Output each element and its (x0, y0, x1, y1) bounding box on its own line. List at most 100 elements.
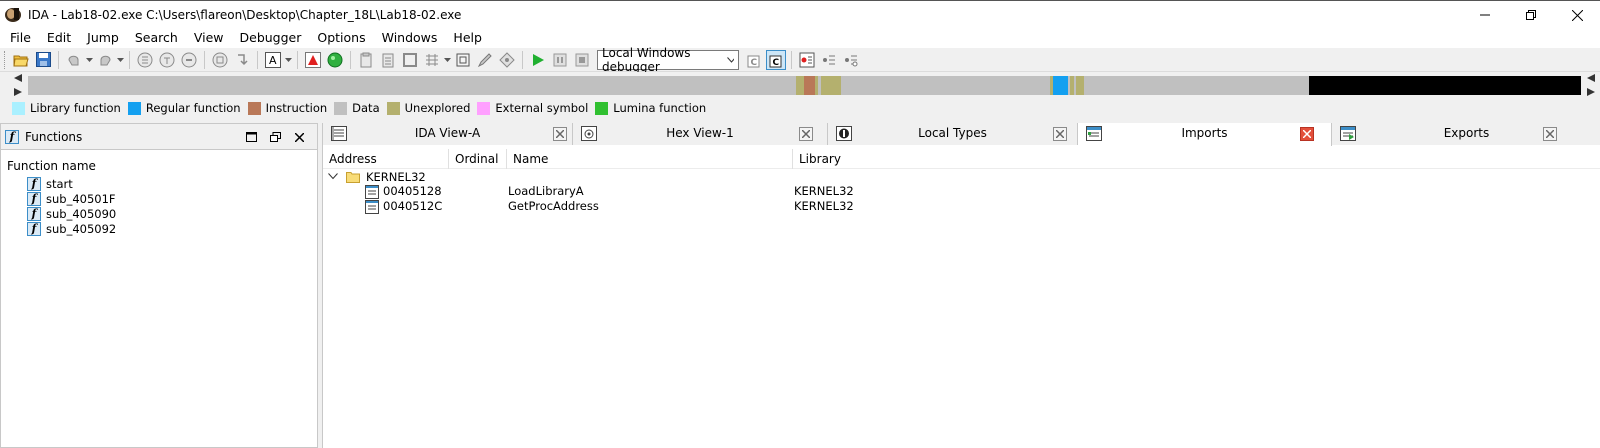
panel-minimize-button[interactable] (239, 127, 263, 147)
structures-button[interactable] (453, 50, 473, 70)
stop-debugger-button[interactable] (572, 50, 592, 70)
menu-jump[interactable]: Jump (79, 28, 127, 48)
tab-local-types[interactable]: Local Types (828, 123, 1078, 145)
main-dock: IDA View-A Hex View-1 Local Types Import… (322, 123, 1600, 448)
tab-close-button[interactable] (1053, 127, 1067, 141)
import-name: LoadLibraryA (508, 184, 584, 198)
panel-close-button[interactable] (287, 127, 311, 147)
jump-forward-dropdown[interactable] (116, 50, 125, 70)
chevron-down-icon[interactable] (328, 173, 338, 180)
legend-instruction: Instruction (247, 101, 327, 115)
tab-close-button[interactable] (1300, 127, 1314, 141)
jump-forward-button[interactable] (95, 50, 115, 70)
breakpoints-list-button[interactable] (797, 50, 817, 70)
panel-float-button[interactable] (263, 127, 287, 147)
tab-close-button[interactable] (799, 127, 813, 141)
table-row[interactable]: 00405128 LoadLibraryA KERNEL32 (323, 184, 1600, 199)
tab-hex-view-1[interactable]: Hex View-1 (573, 123, 828, 145)
tab-close-button[interactable] (1543, 127, 1557, 141)
import-address: 00405128 (383, 184, 442, 198)
save-button[interactable] (33, 50, 53, 70)
import-library: KERNEL32 (794, 184, 854, 198)
c-button[interactable]: C (744, 50, 764, 70)
strings-button[interactable] (356, 50, 376, 70)
circle-minus-icon (181, 52, 197, 67)
tab-imports[interactable]: Imports (1078, 123, 1332, 146)
legend-external-symbol: External symbol (477, 101, 588, 115)
navigation-strip[interactable] (28, 76, 1581, 95)
import-group-row[interactable]: KERNEL32 (323, 169, 1600, 184)
nav-right-arrows[interactable] (1585, 74, 1597, 96)
dropdown-arrow-icon (285, 57, 292, 62)
pause-debugger-button[interactable] (550, 50, 570, 70)
regular-function-segment (1053, 76, 1068, 95)
import-entry-icon (365, 184, 379, 199)
menu-file[interactable]: File (2, 28, 39, 48)
legend-data: Data (334, 101, 380, 115)
menu-options[interactable]: Options (309, 28, 373, 48)
square-frame-icon (456, 53, 470, 66)
jump-back-dropdown[interactable] (85, 50, 94, 70)
names-button[interactable] (378, 50, 398, 70)
nav-left-arrows[interactable] (12, 74, 24, 96)
ida-logo-icon (5, 7, 21, 22)
c-active-button[interactable]: C (766, 49, 786, 70)
restore-button[interactable] (1508, 1, 1554, 29)
import-entry-icon (365, 199, 379, 214)
function-row[interactable]: f sub_405090 (1, 206, 317, 221)
menu-debugger[interactable]: Debugger (232, 28, 310, 48)
column-name[interactable]: Name (507, 149, 793, 169)
functions-panel-title: Functions (25, 129, 83, 144)
minimize-button[interactable] (1462, 1, 1508, 29)
chevron-down-icon (726, 56, 734, 63)
column-ordinal[interactable]: Ordinal (449, 149, 507, 169)
function-icon: f (27, 206, 41, 221)
breakpoint-button[interactable] (303, 50, 323, 70)
open-button[interactable] (11, 50, 31, 70)
debugger-select[interactable]: Local Windows debugger (597, 46, 739, 74)
trace-button[interactable] (819, 50, 839, 70)
function-row[interactable]: f sub_405092 (1, 221, 317, 236)
make-data-button[interactable] (157, 50, 177, 70)
function-name: sub_405090 (46, 206, 117, 221)
tab-exports[interactable]: Exports (1332, 123, 1600, 145)
xrefs-button[interactable] (422, 50, 442, 70)
column-library[interactable]: Library (793, 149, 1599, 169)
grid-icon (426, 53, 438, 66)
patch-button[interactable] (475, 50, 495, 70)
function-name-column-header[interactable]: Function name (1, 156, 317, 176)
tab-ida-view-a[interactable]: IDA View-A (323, 123, 573, 145)
legend-lumina-function: Lumina function (595, 101, 706, 115)
run-button[interactable] (325, 50, 345, 70)
table-row[interactable]: 0040512C GetProcAddress KERNEL32 (323, 199, 1600, 214)
hand-forward-icon (100, 55, 111, 65)
tab-close-button[interactable] (553, 127, 567, 141)
menu-view[interactable]: View (186, 28, 232, 48)
column-address[interactable]: Address (323, 149, 449, 169)
instruction-segment (804, 76, 815, 95)
toolbar-grip[interactable] (4, 50, 8, 69)
stop-icon (575, 53, 589, 66)
menu-search[interactable]: Search (127, 28, 186, 48)
segments-button[interactable] (400, 50, 420, 70)
menu-help[interactable]: Help (445, 28, 490, 48)
dropdown-arrow-icon (444, 57, 451, 62)
trace-options-button[interactable] (841, 50, 861, 70)
close-window-button[interactable] (1554, 1, 1600, 29)
jump-back-button[interactable] (64, 50, 84, 70)
make-struct-button[interactable] (210, 50, 230, 70)
start-debugger-button[interactable] (528, 50, 548, 70)
graph-button[interactable] (497, 50, 517, 70)
undefine-button[interactable] (179, 50, 199, 70)
unexplored-segment (1050, 76, 1053, 95)
xrefs-dropdown[interactable] (443, 50, 452, 70)
menu-edit[interactable]: Edit (39, 28, 79, 48)
clipboard-icon (360, 52, 372, 67)
text-dropdown[interactable] (284, 50, 293, 70)
menu-windows[interactable]: Windows (374, 28, 446, 48)
function-row[interactable]: f sub_40501F (1, 191, 317, 206)
text-button[interactable]: A (263, 50, 283, 70)
step-into-button[interactable] (232, 50, 252, 70)
function-row[interactable]: f start (1, 176, 317, 191)
make-code-button[interactable] (135, 50, 155, 70)
